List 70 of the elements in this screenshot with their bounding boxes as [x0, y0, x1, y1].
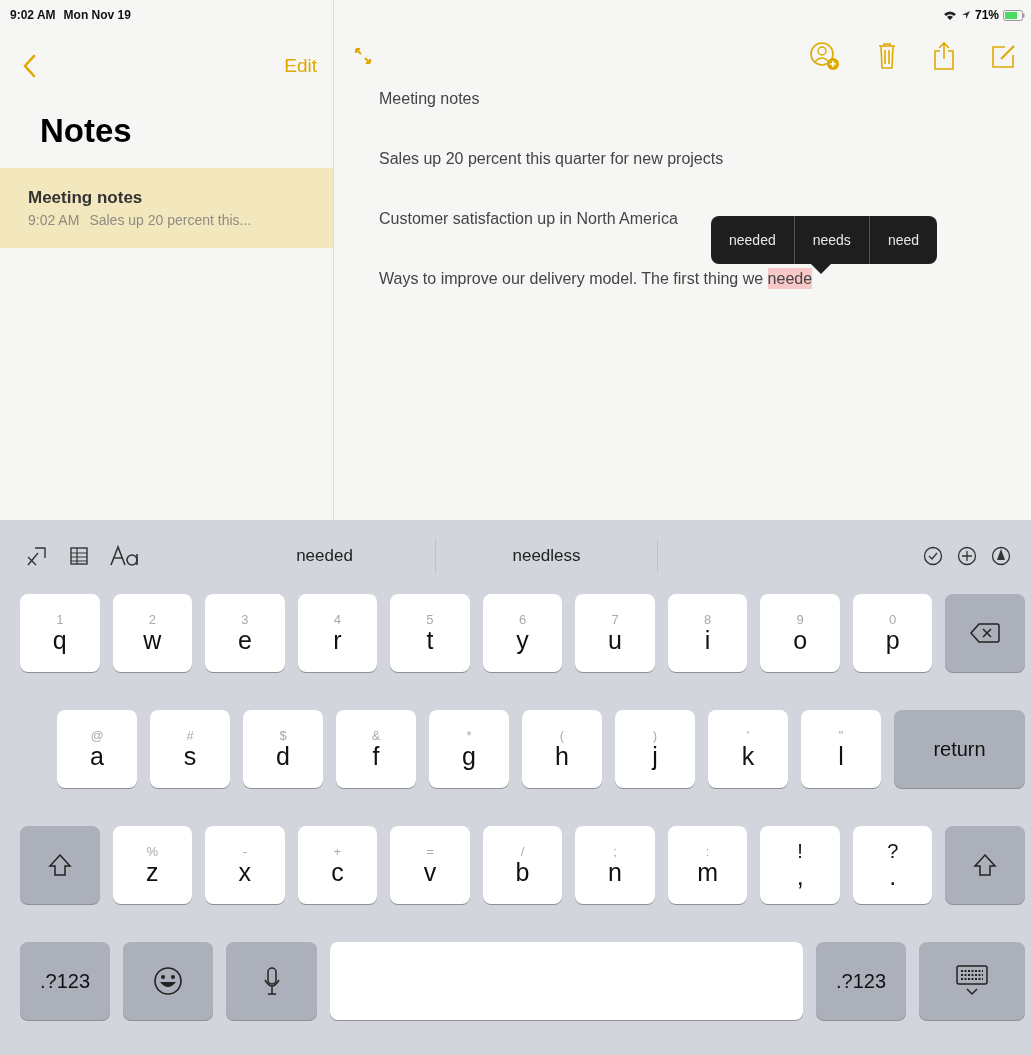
emoji-key[interactable]: [123, 942, 214, 1020]
note-list-item[interactable]: Meeting notes 9:02 AM Sales up 20 percent this...: [0, 168, 333, 248]
letter-key[interactable]: = v: [390, 826, 470, 904]
back-chevron-icon[interactable]: [22, 54, 36, 78]
dictation-key[interactable]: [226, 942, 317, 1020]
add-person-icon[interactable]: [809, 40, 841, 72]
letter-key[interactable]: 4 r: [297, 594, 378, 672]
smiley-icon: [153, 966, 184, 996]
share-icon[interactable]: [933, 41, 955, 71]
space-bar[interactable]: [329, 942, 803, 1020]
compose-icon[interactable]: [991, 43, 1017, 69]
letter-key[interactable]: 0 p: [852, 594, 933, 672]
table-icon[interactable]: [70, 547, 88, 565]
shift-arrow-icon: [973, 853, 998, 877]
letter-key[interactable]: - x: [205, 826, 285, 904]
letter-key[interactable]: 9 o: [760, 594, 840, 672]
letter-key[interactable]: : m: [667, 826, 748, 904]
letter-key[interactable]: 1 q: [20, 594, 100, 672]
battery-percent: 71%: [974, 8, 999, 22]
keyboard-hide-icon: [956, 965, 989, 997]
note-text-line: Sales up 20 percent this quarter for new projects: [379, 150, 725, 169]
letter-key[interactable]: 2 w: [112, 594, 193, 672]
checkmark-circle-icon[interactable]: [923, 546, 943, 566]
shift-key[interactable]: [20, 826, 100, 904]
letter-key[interactable]: ' k: [708, 710, 788, 788]
letter-key[interactable]: 5 t: [390, 594, 470, 672]
note-text-line: Ways to improve our delivery model. The first thing we neede: [379, 270, 814, 291]
letter-key[interactable]: ) j: [615, 710, 695, 788]
letter-key[interactable]: + c: [297, 826, 378, 904]
letter-key[interactable]: / b: [482, 826, 563, 904]
notes-title: Notes: [39, 111, 133, 151]
letter-key[interactable]: ; n: [575, 826, 655, 904]
letter-key[interactable]: # s: [150, 710, 230, 788]
letter-key[interactable]: & f: [336, 710, 416, 788]
letter-key[interactable]: 8 i: [667, 594, 748, 672]
letter-key[interactable]: @ a: [57, 710, 137, 788]
status-date: Mon Nov 19: [63, 8, 131, 22]
expand-arrows-icon[interactable]: [354, 47, 372, 65]
location-arrow-icon: [960, 10, 971, 20]
letter-key[interactable]: % z: [112, 826, 193, 904]
delete-key[interactable]: [945, 594, 1025, 672]
letter-key[interactable]: " l: [801, 710, 881, 788]
prediction-suggestion[interactable]: needed: [214, 539, 436, 573]
punct-key[interactable]: ! ,: [760, 826, 840, 904]
trash-icon[interactable]: [877, 42, 897, 70]
plus-circle-icon[interactable]: [957, 546, 977, 566]
letter-key[interactable]: * g: [429, 710, 509, 788]
letter-key[interactable]: 6 y: [482, 594, 563, 672]
status-time: 9:02 AM: [10, 8, 56, 22]
numbers-key[interactable]: .?123: [816, 942, 907, 1020]
wifi-icon: [942, 9, 957, 21]
microphone-icon: [263, 967, 280, 995]
return-key[interactable]: return: [894, 710, 1025, 788]
shift-key[interactable]: [945, 826, 1025, 904]
text-format-icon[interactable]: [110, 545, 140, 567]
note-text-line: Customer satisfaction up in North America: [379, 210, 679, 229]
shift-arrow-icon: [47, 853, 72, 877]
letter-key[interactable]: $ d: [243, 710, 323, 788]
punct-key[interactable]: ? .: [852, 826, 933, 904]
prediction-suggestion[interactable]: needless: [436, 539, 658, 573]
numbers-key[interactable]: .?123: [20, 942, 111, 1020]
battery-icon: [1003, 9, 1025, 21]
delete-icon: [970, 622, 1001, 644]
letter-key[interactable]: 3 e: [205, 594, 285, 672]
hide-key[interactable]: [919, 942, 1026, 1020]
suggestion-option[interactable]: need: [869, 216, 938, 264]
note-text-line: Meeting notes: [379, 90, 481, 109]
suggestion-option[interactable]: needed: [711, 216, 795, 264]
letter-key[interactable]: 7 u: [575, 594, 655, 672]
letter-key[interactable]: ( h: [522, 710, 602, 788]
